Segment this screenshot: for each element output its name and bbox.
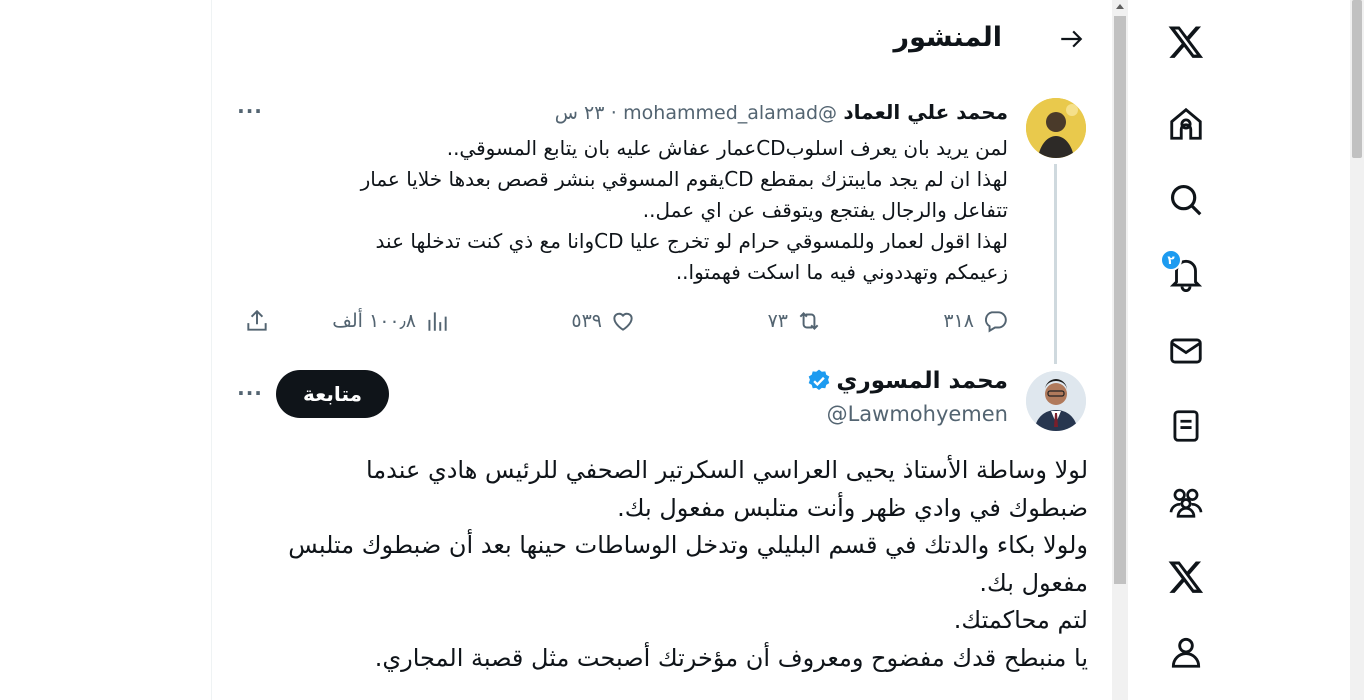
follow-button[interactable]: متابعة: [276, 370, 389, 418]
messages-envelope-icon[interactable]: [1166, 331, 1206, 371]
scroll-up-arrow-icon[interactable]: [1116, 4, 1124, 9]
post-text-line: تتفاعل والرجال يفتجع ويتوقف عن اي عمل..: [642, 198, 1008, 222]
post-author[interactable]: محمد المسوري: [806, 368, 1008, 394]
post-text-line: لهذا اقول لعمار وللمسوقي حرام لو تخرج عل…: [375, 229, 1008, 253]
thread-connector: [1054, 164, 1057, 364]
author-handle[interactable]: @Lawmohyemen: [827, 402, 1008, 426]
more-options-icon[interactable]: ···: [235, 383, 265, 408]
author-name[interactable]: محمد علي العماد: [843, 100, 1008, 124]
post-text-line: ضبطوك في وادي ظهر وأنت متلبس مفعول بك.: [617, 493, 1088, 522]
x-logo-icon[interactable]: [1166, 22, 1206, 62]
views-button[interactable]: ١٠٠٫٨ ألف: [332, 306, 450, 336]
post-header: محمد علي العماد @mohammed_alamad · ٢٣ س: [555, 100, 1008, 124]
repost-button[interactable]: ٧٣: [768, 306, 822, 336]
author-avatar[interactable]: [1026, 98, 1086, 158]
column-scrollbar-thumb[interactable]: [1114, 16, 1126, 584]
more-options-icon[interactable]: ···: [235, 101, 265, 126]
post-time[interactable]: ٢٣ س: [555, 102, 605, 124]
post-text-line: لمن يريد بان يعرف اسلوبCDعمار عفاش عليه …: [446, 136, 1008, 160]
side-nav: ٢: [1128, 0, 1350, 700]
author-handle[interactable]: @mohammed_alamad: [623, 102, 837, 124]
like-button[interactable]: ٥٣٩: [571, 306, 636, 336]
search-icon[interactable]: [1166, 180, 1206, 220]
notifications-badge: ٢: [1160, 249, 1182, 271]
post-text-line: زعيمكم وتهددوني فيه ما اسكت فهمتوا..: [675, 260, 1008, 284]
home-icon[interactable]: [1166, 104, 1206, 144]
post-text-line: مفعول بك.: [979, 568, 1088, 597]
back-arrow-icon[interactable]: [1054, 22, 1088, 56]
post-text-line: لولا وساطة الأستاذ يحيى العراسي السكرتير…: [365, 456, 1088, 484]
heart-icon: [613, 312, 633, 331]
views-chart-icon: [428, 312, 447, 331]
column-divider: [211, 0, 212, 700]
separator-dot: ·: [610, 102, 617, 124]
post-text-line: يا منبطح قدك مفضوح ومعروف أن مؤخرتك أصبح…: [374, 643, 1088, 672]
like-count: ٥٣٩: [571, 310, 602, 332]
author-avatar[interactable]: [1026, 371, 1086, 431]
share-button[interactable]: [236, 306, 270, 336]
post-text-line: لهذا ان لم يجد مايبتزك بمقطع CDيقوم المس…: [360, 167, 1008, 191]
share-icon: [247, 309, 267, 331]
communities-icon[interactable]: [1166, 482, 1206, 522]
page-title: المنشور: [893, 22, 1002, 53]
post-text: لمن يريد بان يعرف اسلوبCDعمار عفاش عليه …: [268, 133, 1008, 288]
reply-icon: [985, 311, 1007, 333]
profile-icon[interactable]: [1166, 632, 1206, 672]
author-name[interactable]: محمد المسوري: [836, 368, 1008, 394]
column-scrollbar[interactable]: [1112, 0, 1128, 700]
page-scrollbar[interactable]: [1350, 0, 1364, 700]
repost-icon: [799, 312, 819, 330]
repost-count: ٧٣: [767, 310, 788, 332]
premium-x-icon[interactable]: [1166, 557, 1206, 597]
verified-badge-icon: [809, 369, 830, 390]
post-text-line: لتم محاكمتك.: [953, 606, 1088, 634]
lists-icon[interactable]: [1166, 406, 1206, 446]
reply-count: ٣١٨: [943, 310, 974, 332]
post-text: لولا وساطة الأستاذ يحيى العراسي السكرتير…: [228, 452, 1088, 677]
page-scrollbar-thumb[interactable]: [1352, 0, 1362, 158]
views-count: ١٠٠٫٨ ألف: [332, 310, 416, 332]
reply-button[interactable]: ٣١٨: [943, 306, 1008, 336]
post-text-line: ولولا بكاء والدتك في قسم البليلي وتدخل ا…: [288, 531, 1088, 559]
